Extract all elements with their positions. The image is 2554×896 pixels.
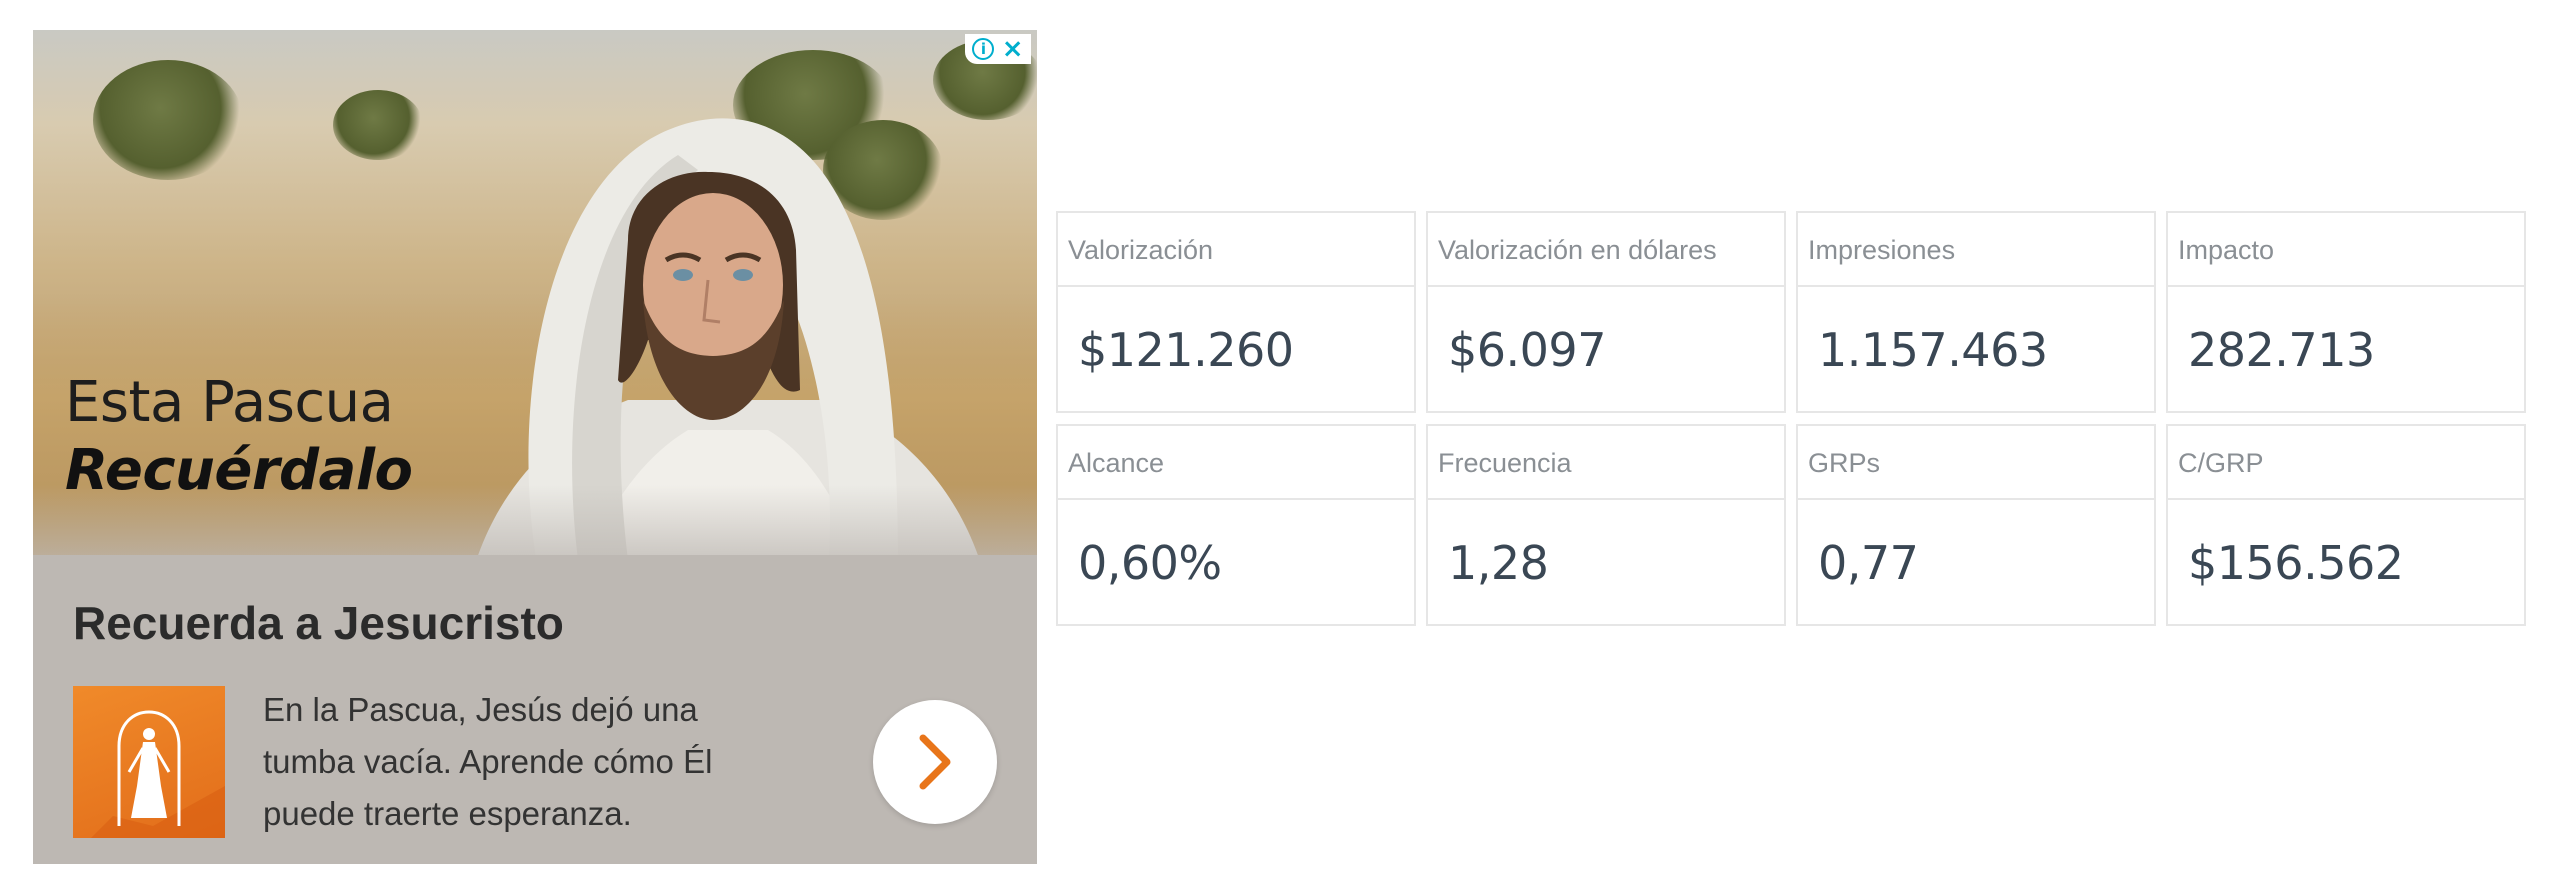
ad-badge[interactable]: i ×	[965, 34, 1031, 64]
stat-label: Impresiones	[1798, 213, 2154, 287]
stat-value: 1,28	[1448, 536, 1549, 590]
ad-headline-line2: Recuérdalo	[65, 438, 413, 503]
info-icon[interactable]: i	[972, 38, 995, 60]
stat-label: Valorización en dólares	[1428, 213, 1784, 287]
ad-cta-button[interactable]	[873, 700, 997, 824]
stat-value: 282.713	[2188, 323, 2375, 377]
ad-headline-line1: Esta Pascua	[65, 370, 394, 435]
ad-title[interactable]: Recuerda a Jesucristo	[73, 596, 564, 650]
stat-value: $121.260	[1078, 323, 1294, 377]
stat-card-valorizacion-dolares: Valorización en dólares $6.097	[1426, 211, 1786, 413]
stats-row: Valorización $121.260 Valorización en dó…	[1056, 211, 2536, 413]
chevron-right-icon	[919, 734, 951, 790]
stat-value: 1.157.463	[1818, 323, 2048, 377]
stat-value: $6.097	[1448, 323, 1606, 377]
stat-label: Alcance	[1058, 426, 1414, 500]
stat-card-alcance: Alcance 0,60%	[1056, 424, 1416, 626]
stat-value: $156.562	[2188, 536, 2404, 590]
ad-body-text: En la Pascua, Jesús dejó una tumba vacía…	[263, 691, 713, 832]
tree-shape	[93, 60, 243, 180]
stats-row: Alcance 0,60% Frecuencia 1,28 GRPs 0,77 …	[1056, 424, 2536, 626]
stats-grid: Valorización $121.260 Valorización en dó…	[1056, 211, 2536, 637]
stat-value: 0,77	[1818, 536, 1919, 590]
stat-card-valorizacion: Valorización $121.260	[1056, 211, 1416, 413]
close-icon[interactable]: ×	[1002, 36, 1024, 62]
stat-label: Frecuencia	[1428, 426, 1784, 500]
stat-label: Impacto	[2168, 213, 2524, 287]
stat-card-impresiones: Impresiones 1.157.463	[1796, 211, 2156, 413]
stat-label: Valorización	[1058, 213, 1414, 287]
display-ad[interactable]: i × Esta Pascua Recuérdalo Recuerda a Je…	[33, 30, 1037, 864]
tree-shape	[333, 90, 423, 160]
ad-logo[interactable]	[73, 686, 225, 838]
stat-label: C/GRP	[2168, 426, 2524, 500]
stat-label: GRPs	[1798, 426, 2154, 500]
stat-card-grps: GRPs 0,77	[1796, 424, 2156, 626]
stat-value: 0,60%	[1078, 536, 1222, 590]
stat-card-frecuencia: Frecuencia 1,28	[1426, 424, 1786, 626]
stat-card-c-grp: C/GRP $156.562	[2166, 424, 2526, 626]
stat-card-impacto: Impacto 282.713	[2166, 211, 2526, 413]
christ-statue-icon	[91, 710, 225, 838]
